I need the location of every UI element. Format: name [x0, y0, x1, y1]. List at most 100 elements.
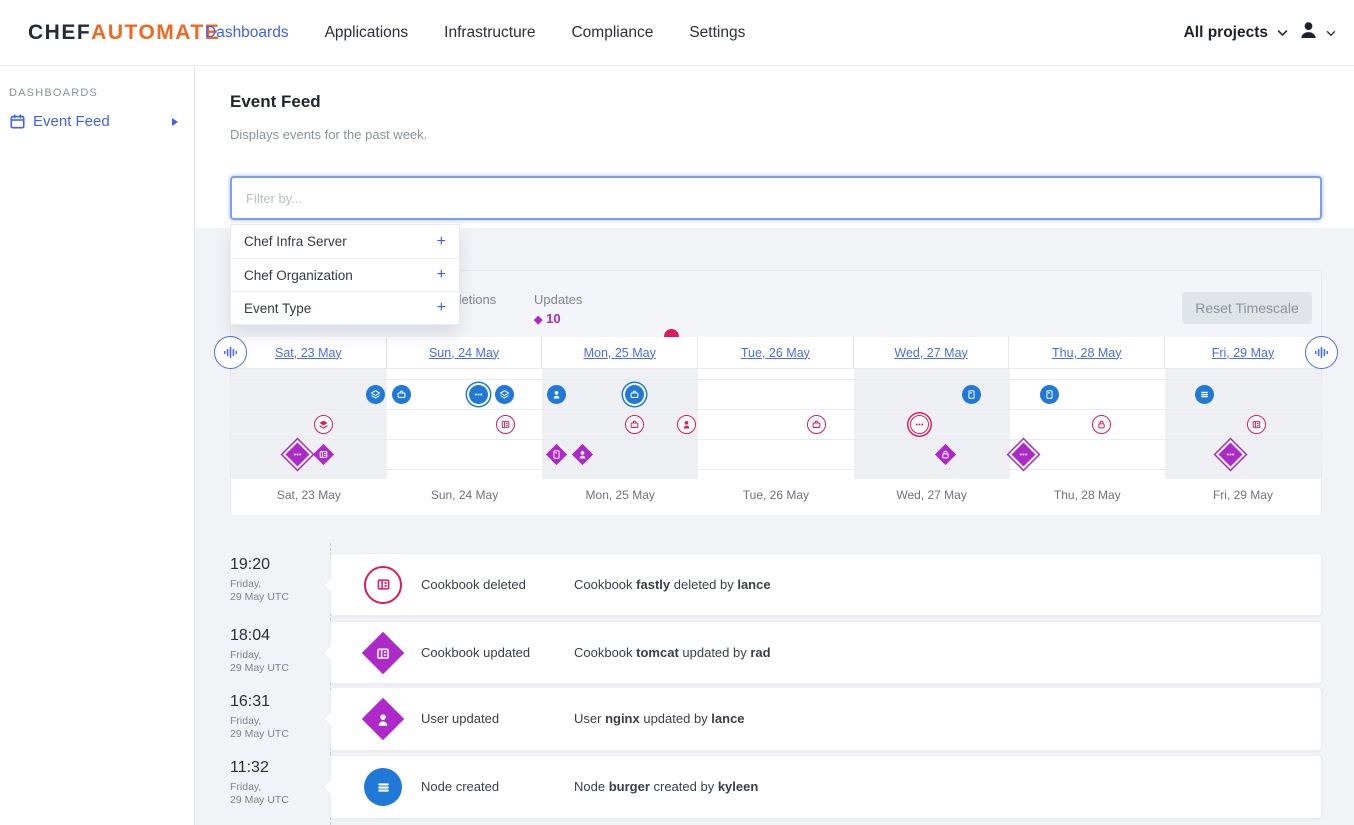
equalizer-icon — [223, 345, 238, 360]
primary-nav: Dashboards Applications Infrastructure C… — [205, 0, 745, 66]
user-menu[interactable] — [1298, 20, 1336, 46]
node-marker-creation[interactable] — [1040, 385, 1059, 404]
event-type-label: Node created — [421, 779, 499, 794]
cookbook-icon — [362, 631, 404, 673]
timeline-axis-label: Fri, 29 May — [1165, 479, 1321, 515]
event-timestamp: 16:31 Friday,29 May UTC — [230, 693, 325, 741]
gridline — [231, 409, 1321, 410]
timeline-day-link[interactable]: Mon, 25 May — [584, 346, 656, 360]
event-card-cookbook-updated: Cookbook updated Cookbook tomcat updated… — [330, 621, 1322, 684]
ellipsis-marker-creation[interactable] — [469, 385, 488, 404]
timeline-day-link[interactable]: Thu, 28 May — [1052, 346, 1121, 360]
dropdown-item-chef-infra-server[interactable]: Chef Infra Server + — [231, 225, 459, 258]
lock-marker-deletion[interactable] — [1092, 415, 1111, 434]
timeline-axis-label: Tue, 26 May — [698, 479, 854, 515]
ellipsis-marker-deletion[interactable] — [910, 415, 929, 434]
timeline-axis-label: Mon, 25 May — [542, 479, 698, 515]
user-icon — [362, 698, 404, 740]
chevron-down-icon — [1326, 30, 1336, 37]
sidebar-item-event-feed[interactable]: Event Feed — [0, 110, 195, 136]
legend-updates: Updates ◆ 10 — [534, 292, 582, 326]
timeline-day-link[interactable]: Tue, 26 May — [741, 346, 810, 360]
node-list-icon — [364, 768, 402, 806]
timeline-header-cell: Fri, 29 May — [1165, 337, 1321, 368]
layers-marker-creation[interactable] — [366, 385, 385, 404]
nav-settings[interactable]: Settings — [689, 24, 745, 42]
plus-icon[interactable]: + — [437, 266, 446, 284]
filter-input[interactable] — [230, 176, 1322, 220]
timeline-day-link[interactable]: Sat, 23 May — [275, 346, 342, 360]
nav-infrastructure[interactable]: Infrastructure — [444, 24, 535, 42]
timescale-handle-right[interactable] — [1305, 336, 1338, 369]
timeline-axis-label: Wed, 27 May — [854, 479, 1010, 515]
timeline-day-link[interactable]: Fri, 29 May — [1212, 346, 1275, 360]
event-type-label: Cookbook updated — [421, 645, 530, 660]
nav-dashboards[interactable]: Dashboards — [205, 24, 289, 42]
stack-marker-deletion[interactable] — [314, 415, 333, 434]
chef-automate-logo[interactable]: CHEFAUTOMATE — [28, 21, 220, 45]
timeline-header-cell: Wed, 27 May — [854, 337, 1010, 368]
briefcase-marker-creation[interactable] — [392, 385, 411, 404]
logo-chef: CHEF — [28, 21, 91, 44]
page-subtitle: Displays events for the past week. — [230, 127, 427, 142]
logo-automate: AUTOMATE — [91, 21, 220, 44]
timeline-axis-labels: Sat, 23 MaySun, 24 MayMon, 25 MayTue, 26… — [231, 479, 1321, 515]
timeline-day-column — [231, 369, 387, 479]
calendar-icon — [10, 114, 25, 134]
projects-filter-dropdown[interactable]: All projects — [1184, 24, 1288, 42]
cookbook-icon — [364, 566, 402, 604]
event-type-label: User updated — [421, 711, 499, 726]
nav-applications[interactable]: Applications — [325, 24, 409, 42]
timeline-day-link[interactable]: Wed, 27 May — [894, 346, 967, 360]
event-description: User nginx updated by lance — [574, 711, 745, 726]
plus-icon[interactable]: + — [437, 299, 446, 317]
timeline-day-header: Sat, 23 May Sun, 24 May Mon, 25 May Tue, 26… — [231, 337, 1321, 369]
nav-compliance[interactable]: Compliance — [571, 24, 653, 42]
briefcase-marker-creation[interactable] — [625, 385, 644, 404]
sidebar-heading: DASHBOARDS — [9, 87, 98, 99]
briefcase-marker-deletion[interactable] — [807, 415, 826, 434]
timeline-day-column — [698, 369, 854, 479]
cookbook-marker-deletion[interactable] — [1247, 415, 1266, 434]
event-type-label: Cookbook deleted — [421, 577, 526, 592]
dropdown-item-chef-organization[interactable]: Chef Organization + — [231, 258, 459, 291]
timeline-axis-label: Sat, 23 May — [231, 479, 387, 515]
timeline-day-column — [854, 369, 1010, 479]
dropdown-item-event-type[interactable]: Event Type + — [231, 291, 459, 324]
event-card-cookbook-deleted: Cookbook deleted Cookbook fastly deleted… — [330, 553, 1322, 616]
nav-right-group: All projects — [1184, 0, 1336, 66]
briefcase-marker-deletion[interactable] — [625, 415, 644, 434]
timeline-header-cell: Tue, 26 May — [698, 337, 854, 368]
timeline-header-cell: Sat, 23 May — [231, 337, 387, 368]
top-nav: CHEFAUTOMATE Dashboards Applications Inf… — [0, 0, 1354, 66]
list-marker-creation[interactable] — [1195, 385, 1214, 404]
timeline-chart-body — [231, 369, 1321, 479]
timeline-day-column — [1010, 369, 1166, 479]
node-marker-creation[interactable] — [962, 385, 981, 404]
plus-icon[interactable]: + — [437, 233, 446, 251]
user-avatar-icon — [1298, 20, 1319, 46]
timeline-day-column — [1165, 369, 1321, 479]
timescale-handle-left[interactable] — [214, 336, 247, 369]
updates-count: 10 — [546, 311, 560, 326]
cookbook-marker-deletion[interactable] — [496, 415, 515, 434]
person-marker-deletion[interactable] — [677, 415, 696, 434]
event-timestamp: 19:20 Friday,29 May UTC — [230, 556, 325, 604]
timeline-header-cell: Sun, 24 May — [387, 337, 543, 368]
timeline-header-cell: Thu, 28 May — [1009, 337, 1165, 368]
page-title: Event Feed — [230, 92, 321, 112]
layers-marker-creation[interactable] — [495, 385, 514, 404]
event-timestamp: 18:04 Friday,29 May UTC — [230, 627, 325, 675]
timeline-header-cell: Mon, 25 May — [542, 337, 698, 368]
timeline-day-column — [387, 369, 543, 479]
gridline — [231, 439, 1321, 440]
event-card-node-created: Node created Node burger created by kyle… — [330, 755, 1322, 819]
chevron-down-icon — [1277, 29, 1288, 37]
timeline-axis-label: Sun, 24 May — [387, 479, 543, 515]
timeline-day-link[interactable]: Sun, 24 May — [429, 346, 499, 360]
chevron-right-icon — [172, 118, 178, 126]
gridline — [231, 469, 1321, 470]
event-description: Node burger created by kyleen — [574, 779, 758, 794]
person-marker-creation[interactable] — [547, 385, 566, 404]
reset-timescale-button[interactable]: Reset Timescale — [1182, 292, 1312, 324]
